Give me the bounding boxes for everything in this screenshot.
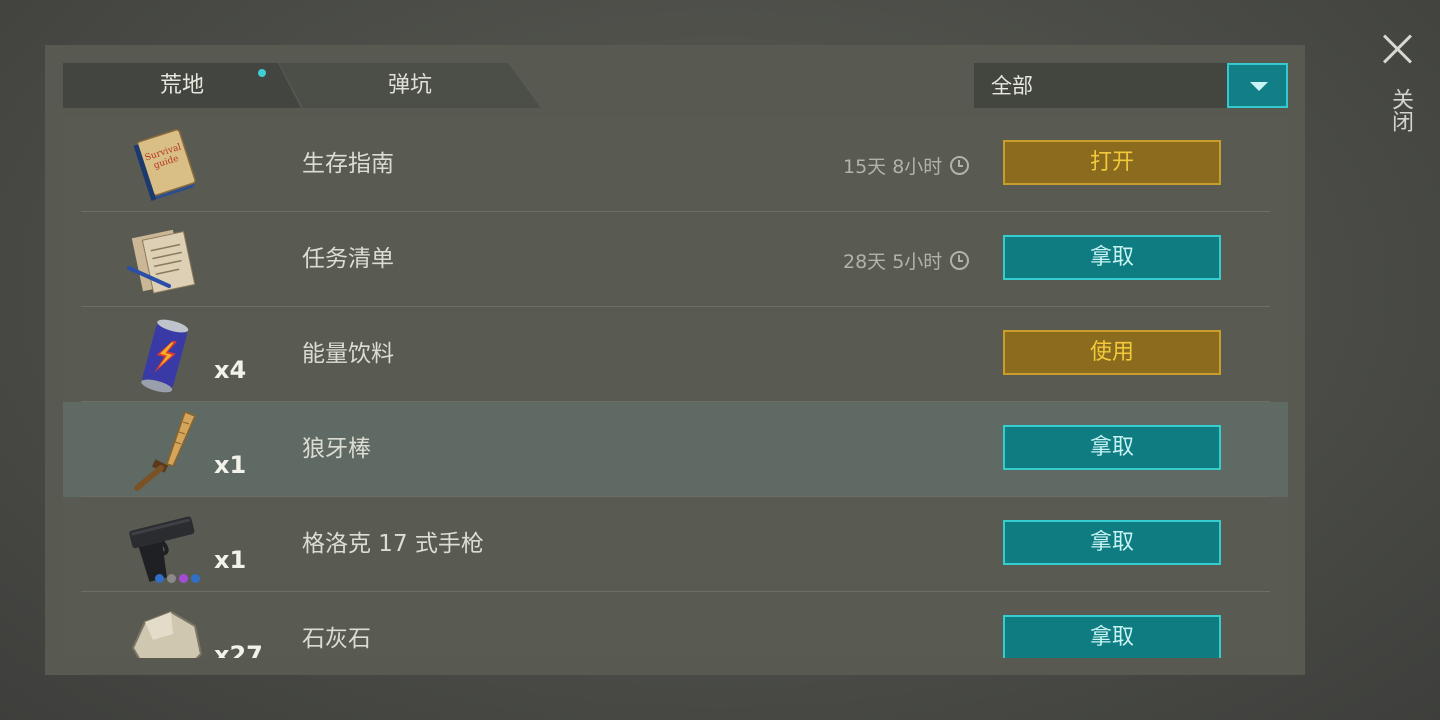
close-icon [1382,34,1412,64]
tab-crater[interactable]: 弹坑 [279,63,541,108]
list-item: 任务清单 28天 5小时 拿取 [63,212,1288,307]
location-tabs: 弹坑 荒地 [63,63,563,109]
use-button[interactable]: 使用 [1003,330,1221,375]
list-item: x27 石灰石 拿取 [63,592,1288,658]
spiked-club-icon [134,411,196,491]
item-name: 狼牙棒 [302,436,371,462]
take-button[interactable]: 拿取 [1003,235,1221,280]
filter-dropdown[interactable]: 全部 [974,63,1288,108]
clock-icon [950,251,970,270]
take-button[interactable]: 拿取 [1003,520,1221,565]
take-button[interactable]: 拿取 [1003,615,1221,658]
item-name: 石灰石 [302,626,371,652]
close-button[interactable]: 关闭 [1370,30,1424,150]
rarity-dots [155,574,200,583]
filter-selected-value: 全部 [991,74,1033,98]
chevron-down-icon [1250,82,1268,91]
limestone-rock-icon [131,610,203,658]
item-timer: 28天 5小时 [843,247,970,274]
item-quantity: x27 [214,641,263,658]
item-name: 任务清单 [302,246,394,272]
item-name: 格洛克 17 式手枪 [302,531,484,557]
tab-label: 荒地 [159,73,204,98]
item-quantity: x4 [214,356,247,384]
notification-dot [258,69,266,77]
open-button[interactable]: 打开 [1003,140,1221,185]
timer-text: 28天 5小时 [843,251,943,273]
list-item: x1 格洛克 17 式手枪 拿取 [63,497,1288,592]
dropdown-toggle-button[interactable] [1227,63,1288,108]
energy-drink-can-icon [141,319,189,393]
timer-text: 15天 8小时 [843,156,943,178]
list-item: Survival guide 生存指南 15天 8小时 打开 [63,117,1288,212]
clock-icon [950,156,970,175]
item-quantity: x1 [214,451,247,479]
list-item: x4 能量饮料 使用 [63,307,1288,402]
close-label: 关闭 [1388,88,1413,132]
item-name: 能量饮料 [302,341,394,367]
item-name: 生存指南 [302,151,394,177]
tab-label: 弹坑 [387,73,432,98]
task-list-papers-icon [127,229,196,294]
list-item: x1 狼牙棒 拿取 [63,402,1288,497]
item-timer: 15天 8小时 [843,152,970,179]
survival-guide-book-icon: Survival guide [133,129,196,201]
take-button[interactable]: 拿取 [1003,425,1221,470]
loot-panel: 弹坑 荒地 全部 Survival guide 生存指南 15天 8小时 打开 … [45,45,1305,675]
item-quantity: x1 [214,546,247,574]
item-list[interactable]: Survival guide 生存指南 15天 8小时 打开 任务清单 28天 … [63,117,1288,658]
